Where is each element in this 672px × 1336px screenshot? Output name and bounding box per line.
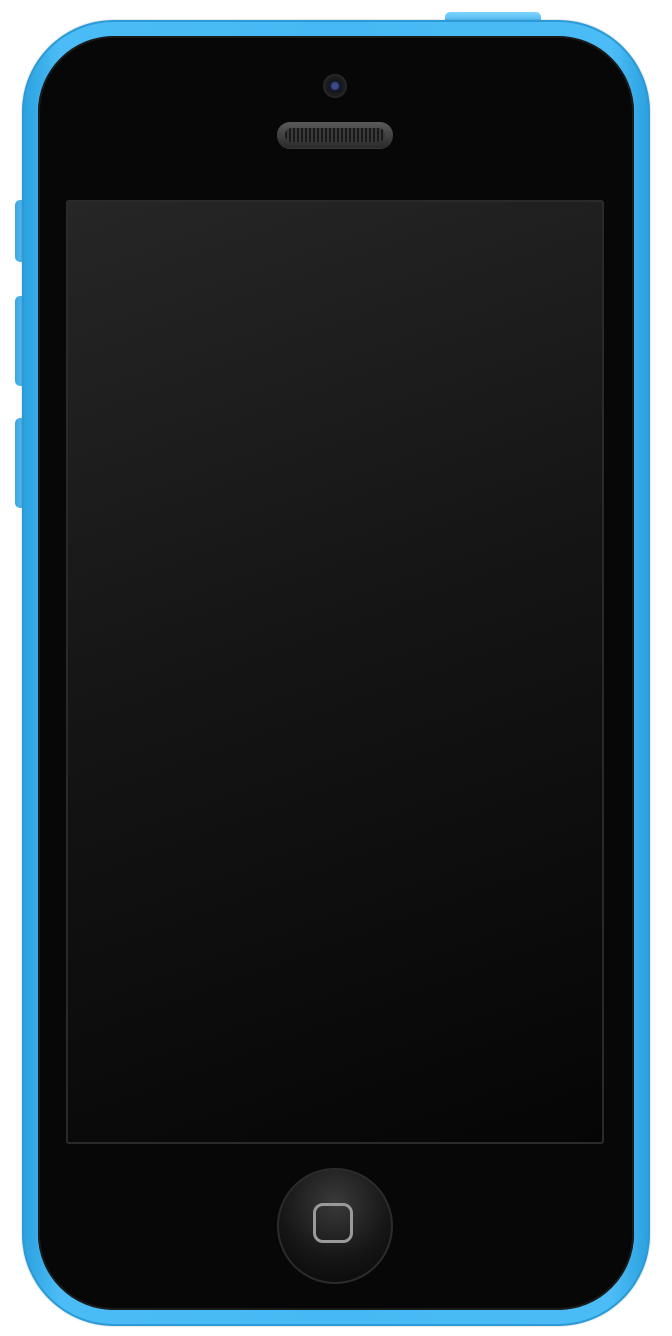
phone-mockup (0, 0, 672, 1336)
camera-icon (323, 74, 347, 98)
home-square-icon (313, 1203, 353, 1243)
screen[interactable] (66, 200, 604, 1144)
speaker-grille-icon (277, 122, 393, 148)
